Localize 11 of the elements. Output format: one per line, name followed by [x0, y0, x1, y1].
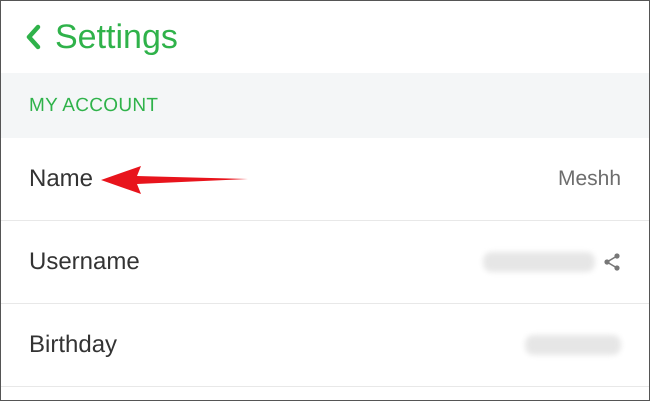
settings-row[interactable]: Username	[1, 221, 649, 304]
page-title: Settings	[55, 18, 178, 56]
section-title: MY ACCOUNT	[29, 94, 158, 116]
settings-row[interactable]: Birthday	[1, 304, 649, 387]
row-label: Name	[29, 165, 94, 193]
settings-row[interactable]: Name Meshh	[1, 138, 649, 221]
row-value: Meshh	[558, 167, 621, 191]
row-label: Username	[29, 248, 140, 276]
row-label: Birthday	[29, 331, 118, 359]
back-icon[interactable]	[25, 24, 41, 50]
share-icon[interactable]	[603, 252, 621, 272]
